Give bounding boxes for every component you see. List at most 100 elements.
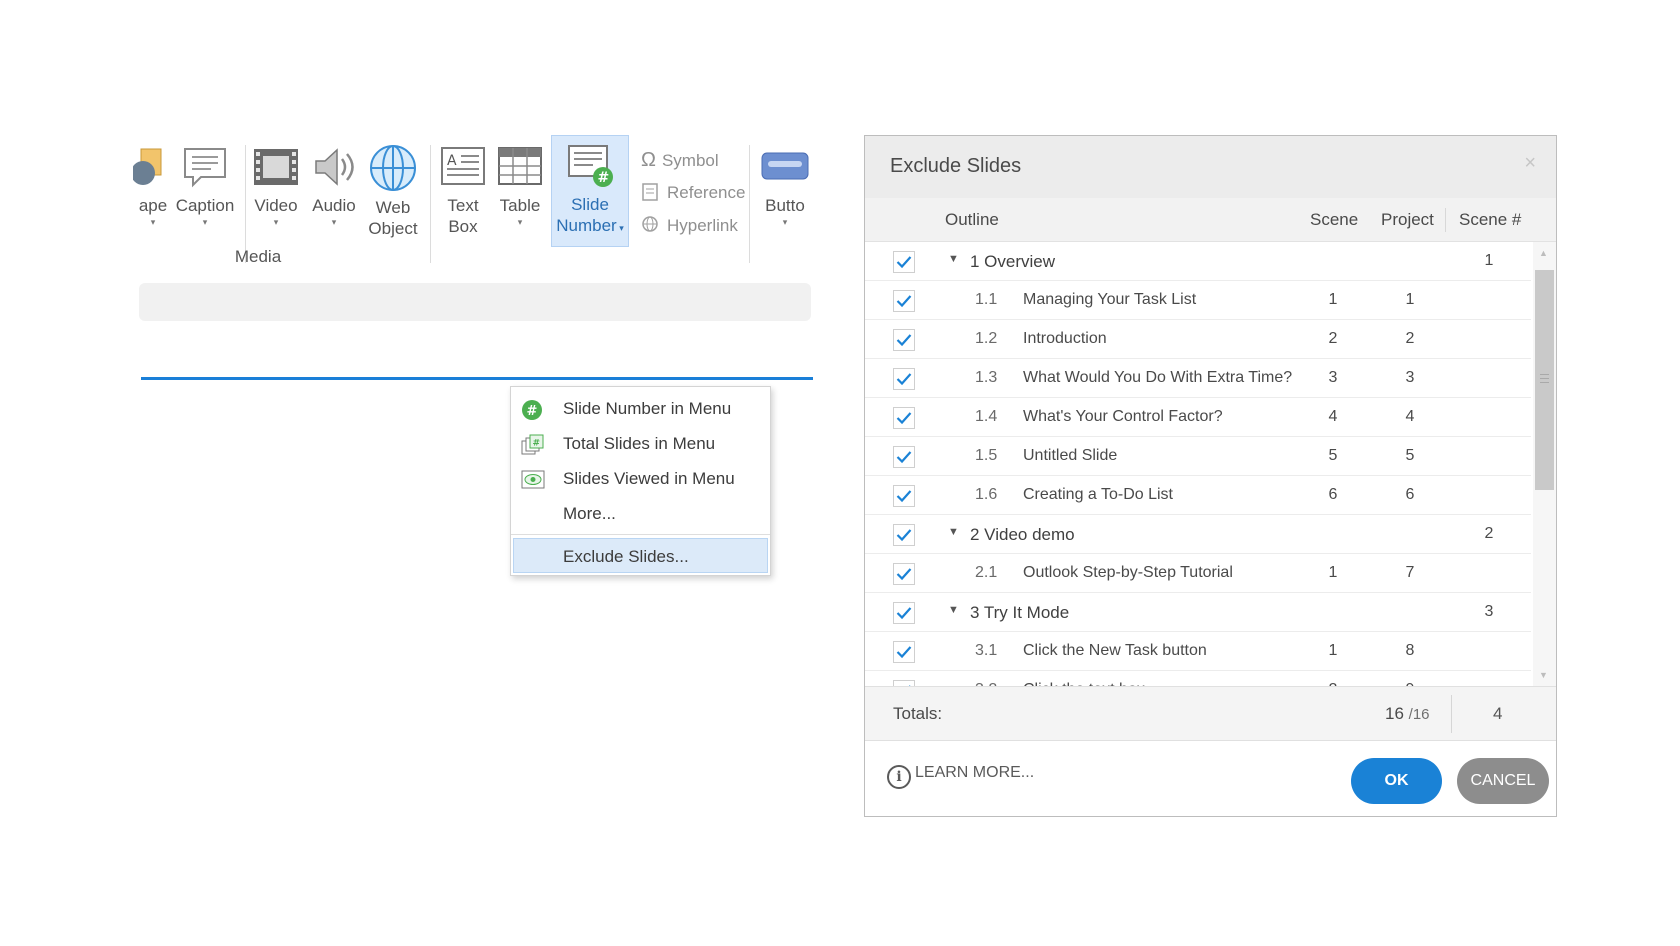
symbol-button[interactable]: Ω Symbol [641,149,719,172]
text-box-label-2: Box [448,217,478,236]
slide-row[interactable]: 3.2Click the text box29 [865,671,1531,686]
slide-number-button[interactable]: # Slide Number ▾ [551,135,629,247]
scene-cell: 1 [1328,642,1338,659]
include-checkbox[interactable] [893,251,915,273]
reference-button[interactable]: Reference [641,182,745,203]
column-outline[interactable]: Outline [945,210,999,230]
section-row[interactable]: ▼ 1 Overview 1 [865,242,1531,281]
slide-number-cell: 3.1 [975,642,998,659]
include-checkbox[interactable] [893,563,915,585]
include-checkbox[interactable] [893,368,915,390]
section-row[interactable]: ▼ 3 Try It Mode 3 [865,593,1531,632]
chevron-down-icon: ▾ [616,223,624,233]
scroll-up-icon[interactable]: ▲ [1539,248,1548,258]
web-object-label-2: Object [368,219,418,238]
collapse-triangle-icon[interactable]: ▼ [948,253,959,265]
text-box-icon: A [441,147,485,185]
svg-text:#: # [598,170,610,186]
menu-item-label: Slide Number in Menu [563,399,732,418]
reference-icon [642,183,658,201]
menu-item-label: More... [563,504,616,523]
scene-cell: 1 [1328,291,1338,308]
svg-text:#: # [527,404,538,419]
menu-item-slides-viewed[interactable]: Slides Viewed in Menu [511,461,770,496]
slide-number-icon: # [568,145,613,187]
slide-row[interactable]: 1.5 Untitled Slide 5 5 [865,437,1531,476]
omega-icon: Ω [641,149,656,171]
include-checkbox[interactable] [893,524,915,546]
slide-row[interactable]: 1.3 What Would You Do With Extra Time? 3 3 [865,359,1531,398]
text-box-button[interactable]: A Text Box [435,143,491,237]
scrollbar[interactable]: ▲ ▼ [1533,242,1556,686]
slide-number-menu: # Slide Number in Menu # Total Slides in… [510,386,771,576]
menu-item-label: Total Slides in Menu [563,434,716,453]
include-checkbox[interactable] [893,407,915,429]
include-checkbox[interactable] [893,602,915,624]
totals-project-of: /16 [1408,706,1430,723]
video-button[interactable]: Video ▾ [249,143,303,228]
slide-row[interactable]: 3.1 Click the New Task button 1 8 [865,632,1531,671]
totals-project: 16 /16 [1385,704,1430,724]
column-scene[interactable]: Scene [1310,210,1358,230]
audio-button[interactable]: Audio ▾ [307,143,361,228]
scroll-thumb[interactable] [1535,270,1554,490]
section-row[interactable]: ▼ 2 Video demo 2 [865,515,1531,554]
svg-text:#: # [533,439,541,449]
include-checkbox[interactable] [893,446,915,468]
totals-label: Totals: [893,704,943,723]
hyperlink-button[interactable]: Hyperlink [641,215,738,236]
include-checkbox[interactable] [893,329,915,351]
ribbon-separator [245,145,246,263]
totals-scenes: 4 [1493,704,1503,723]
button-button[interactable]: Butto ▾ [757,143,813,228]
scene-cell: 6 [1328,486,1338,503]
cancel-button[interactable]: CANCEL [1457,758,1549,804]
slide-number-label-wrap: Number ▾ [552,215,628,239]
column-project[interactable]: Project [1381,210,1434,230]
checkmark-icon [896,529,912,542]
menu-item-exclude-slides[interactable]: Exclude Slides... [513,538,768,573]
close-icon[interactable]: × [1524,152,1536,175]
video-label: Video [254,196,298,215]
grip-icon [1540,374,1549,383]
slide-row[interactable]: 1.1 Managing Your Task List 1 1 [865,281,1531,320]
collapse-triangle-icon[interactable]: ▼ [948,604,959,616]
slide-title-cell: Click the New Task button [1023,642,1207,659]
ok-button[interactable]: OK [1351,758,1442,804]
menu-item-slide-number[interactable]: # Slide Number in Menu [511,391,770,426]
slide-row[interactable]: 1.4 What's Your Control Factor? 4 4 [865,398,1531,437]
slide-row[interactable]: 2.1 Outlook Step-by-Step Tutorial 1 7 [865,554,1531,593]
chevron-down-icon: ▾ [202,217,208,227]
menu-item-label: Slides Viewed in Menu [563,469,735,488]
menu-item-total-slides[interactable]: # Total Slides in Menu [511,426,770,461]
column-scene-number[interactable]: Scene # [1459,210,1521,230]
globe-icon [370,145,416,191]
scene-cell: 3 [1328,369,1338,386]
section-title: 2 Video demo [970,525,1075,544]
caption-button[interactable]: Caption ▾ [175,143,235,228]
scroll-down-icon[interactable]: ▼ [1539,670,1548,680]
checkmark-icon [896,568,912,581]
slides-list: ▼ 1 Overview 1 1.1 Managing Your Task List 1 1… [865,242,1531,686]
totals-divider [1451,695,1452,733]
ribbon-separator [430,145,431,263]
chevron-down-icon: ▾ [331,217,337,227]
collapse-triangle-icon[interactable]: ▼ [948,526,959,538]
include-checkbox[interactable] [893,485,915,507]
section-title: 1 Overview [970,252,1056,271]
table-button[interactable]: Table ▾ [491,143,549,228]
section-title: 3 Try It Mode [970,603,1070,622]
include-checkbox[interactable] [893,290,915,312]
slide-row[interactable]: 1.2 Introduction 2 2 [865,320,1531,359]
include-checkbox[interactable] [893,641,915,663]
menu-item-more[interactable]: More... [511,496,770,531]
learn-more-link[interactable]: i LEARN MORE... [887,764,1034,789]
web-object-button[interactable]: Web Object [363,143,423,239]
column-divider [1445,208,1446,232]
slide-row[interactable]: 1.6 Creating a To-Do List 6 6 [865,476,1531,515]
film-icon [254,149,298,185]
checkmark-icon [896,334,912,347]
scene-cell: 2 [1328,330,1338,347]
shape-button[interactable]: ape ▾ [133,143,173,228]
totals-project-count: 16 [1385,704,1404,723]
